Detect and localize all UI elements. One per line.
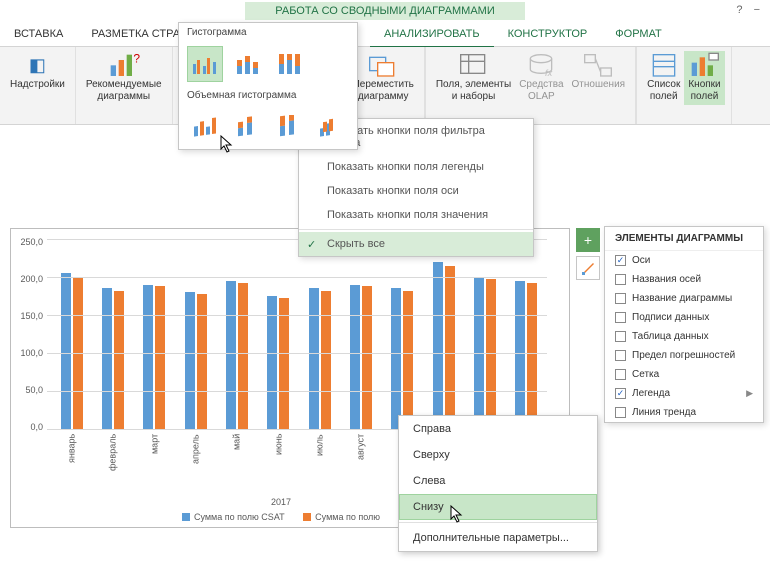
legend-top[interactable]: Сверху <box>399 442 597 468</box>
chart-elements-panel: ЭЛЕМЕНТЫ ДИАГРАММЫ ✓Оси Названия осей На… <box>604 226 764 423</box>
3d-column[interactable] <box>313 109 349 145</box>
bars-area <box>51 239 547 429</box>
field-list-button[interactable]: Список полей <box>643 51 684 105</box>
y-axis: 250,0200,0150,0100,050,00,0 <box>13 237 43 432</box>
addins-button[interactable]: ◧ Надстройки <box>6 51 69 93</box>
minimize-icon[interactable]: − <box>754 4 760 16</box>
element-chart-title[interactable]: Название диаграммы <box>605 289 763 308</box>
pivot-tools-title: РАБОТА СО СВОДНЫМИ ДИАГРАММАМИ <box>245 2 524 20</box>
gallery-3d-histogram-title: Объемная гистограмма <box>179 86 357 105</box>
show-legend-buttons[interactable]: Показать кнопки поля легенды <box>299 155 533 179</box>
show-value-buttons[interactable]: Показать кнопки поля значения <box>299 203 533 227</box>
recommended-charts-icon: ? <box>108 53 140 77</box>
legend-bottom[interactable]: Снизу <box>399 494 597 520</box>
chart-side-buttons: + <box>576 228 600 280</box>
clustered-column[interactable] <box>187 46 223 82</box>
olap-icon: fx <box>525 53 557 77</box>
legend-right[interactable]: Справа <box>399 416 597 442</box>
move-chart-button[interactable]: Переместить диаграмму <box>349 51 418 105</box>
legend-more-options[interactable]: Дополнительные параметры... <box>399 525 597 551</box>
title-bar: РАБОТА СО СВОДНЫМИ ДИАГРАММАМИ ? − <box>0 0 770 22</box>
chart-elements-button[interactable]: + <box>576 228 600 252</box>
element-gridlines[interactable]: Сетка <box>605 365 763 384</box>
move-chart-icon <box>367 53 399 77</box>
fields-items-button[interactable]: Поля, элементы и наборы <box>432 51 515 105</box>
element-data-table[interactable]: Таблица данных <box>605 327 763 346</box>
field-buttons-button[interactable]: Кнопки полей <box>684 51 724 105</box>
legend-left[interactable]: Слева <box>399 468 597 494</box>
relationships-icon <box>582 53 614 77</box>
tab-design[interactable]: КОНСТРУКТОР <box>494 22 602 48</box>
chart-styles-button[interactable] <box>576 256 600 280</box>
addins-icon: ◧ <box>21 53 53 77</box>
show-axis-buttons[interactable]: Показать кнопки поля оси <box>299 179 533 203</box>
tabs-row: ВСТАВКА РАЗМЕТКА СТРАНИЦЫ АНАЛИЗИРОВАТЬ … <box>0 22 770 47</box>
olap-button[interactable]: fx Средства OLAP <box>515 51 567 105</box>
element-trendline[interactable]: Линия тренда <box>605 403 763 422</box>
3d-stacked-column-100[interactable] <box>271 109 307 145</box>
chart-gallery-dropdown: Гистограмма Объемная гистограмма <box>178 22 358 150</box>
element-data-labels[interactable]: Подписи данных <box>605 308 763 327</box>
ribbon: ◧ Надстройки ? Рекомендуемые диаграммы ▾… <box>0 47 770 125</box>
element-error-bars[interactable]: Предел погрешностей <box>605 346 763 365</box>
stacked-column[interactable] <box>229 46 265 82</box>
element-axis-titles[interactable]: Названия осей <box>605 270 763 289</box>
field-list-icon <box>648 53 680 77</box>
element-legend[interactable]: ✓Легенда▶ <box>605 384 763 403</box>
window-controls: ? − <box>728 4 760 16</box>
stacked-column-100[interactable] <box>271 46 307 82</box>
hide-all-buttons[interactable]: ✓Скрыть все <box>299 232 533 256</box>
relationships-button[interactable]: Отношения <box>568 51 630 105</box>
3d-clustered-column[interactable] <box>187 109 223 145</box>
3d-stacked-column[interactable] <box>229 109 265 145</box>
legend-position-submenu: Справа Сверху Слева Снизу Дополнительные… <box>398 415 598 552</box>
gallery-histogram-title: Гистограмма <box>179 23 357 42</box>
element-axes[interactable]: ✓Оси <box>605 251 763 270</box>
elements-panel-title: ЭЛЕМЕНТЫ ДИАГРАММЫ <box>605 227 763 251</box>
svg-text:?: ? <box>133 52 140 66</box>
recommended-charts-button[interactable]: ? Рекомендуемые диаграммы <box>82 51 166 105</box>
tab-analyze[interactable]: АНАЛИЗИРОВАТЬ <box>370 22 494 48</box>
tab-insert[interactable]: ВСТАВКА <box>0 22 77 46</box>
fields-icon <box>458 53 490 77</box>
tab-format[interactable]: ФОРМАТ <box>601 22 676 48</box>
help-icon[interactable]: ? <box>736 4 742 16</box>
field-buttons-icon <box>689 53 721 77</box>
svg-text:fx: fx <box>545 68 553 78</box>
